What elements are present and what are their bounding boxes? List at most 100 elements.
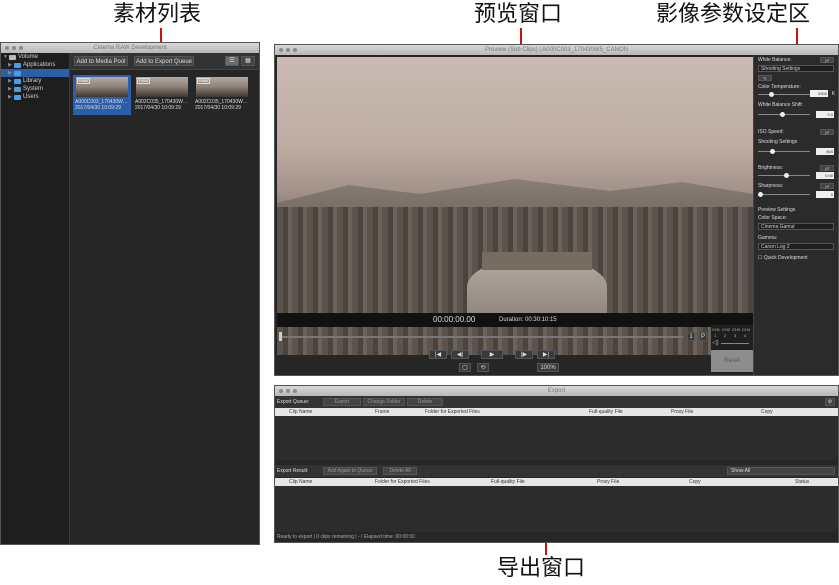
disclosure-triangle-icon[interactable]: ▼ <box>3 53 8 61</box>
export-result-list[interactable] <box>275 486 838 532</box>
clip-thumbnail[interactable]: RAW A002C035_170430W… 2017/04/30 10:09:29 <box>193 75 251 115</box>
tree-item-system[interactable]: ▶ System <box>1 85 69 93</box>
wb-shift-handle[interactable] <box>780 112 785 117</box>
folder-icon <box>14 62 21 68</box>
brightness-handle[interactable] <box>784 173 789 178</box>
clip-preview-image: RAW <box>136 77 188 97</box>
brightness-reset-icon[interactable]: |↺ <box>820 165 834 171</box>
sharpness-value[interactable]: 0 <box>816 191 834 198</box>
white-balance-select[interactable]: Shooting Settings <box>758 65 834 72</box>
tree-item-users[interactable]: ▶ Users <box>1 93 69 101</box>
volume-slider[interactable] <box>721 343 749 344</box>
clip-thumbnail[interactable]: RAW A002C035_170430W… 2017/04/30 10:09:29 <box>133 75 191 115</box>
col-status[interactable]: Status <box>795 478 809 486</box>
tree-item-volume[interactable]: ▼ Volume <box>1 53 69 61</box>
color-space-label: Color Space: <box>758 215 787 221</box>
browser-title: Cinema RAW Development <box>93 45 167 51</box>
brightness-value[interactable]: 0.00 <box>816 172 834 179</box>
eyedropper-icon[interactable]: ✎ <box>758 75 772 81</box>
col-clip-name[interactable]: Clip Name <box>289 408 312 416</box>
preview-settings-heading: Preview Settings <box>758 207 796 213</box>
iso-handle[interactable] <box>770 149 775 154</box>
speaker-icon[interactable]: ◁) <box>712 339 719 346</box>
white-balance-reset-icon[interactable]: |↺ <box>820 57 834 63</box>
tree-item-selected[interactable]: ▶ <box>1 69 69 77</box>
col-proxy[interactable]: Proxy File <box>671 408 693 416</box>
audio-channel-num[interactable]: 4 <box>744 333 746 338</box>
frame-guide-icon[interactable]: ▢ <box>459 363 471 372</box>
loop-a-button[interactable]: 1 <box>687 332 695 341</box>
col-clip-name[interactable]: Clip Name <box>289 478 312 486</box>
window-controls[interactable] <box>279 389 297 393</box>
col-full-quality[interactable]: Full-quality File <box>589 408 623 416</box>
sharpness-handle[interactable] <box>758 192 763 197</box>
disclosure-triangle-icon[interactable]: ▶ <box>8 77 12 85</box>
iso-reset-icon[interactable]: |↺ <box>820 129 834 135</box>
sharpness-slider[interactable] <box>758 194 810 195</box>
clip-thumbnail[interactable]: RAW A000C003_170430W… 2017/04/30 10:09:29 <box>73 75 131 115</box>
seek-handle[interactable] <box>279 332 282 341</box>
delete-all-button[interactable]: Delete All <box>383 467 417 475</box>
audio-channel-num[interactable]: 1 <box>714 333 716 338</box>
window-controls[interactable] <box>279 48 297 52</box>
brightness-label: Brightness: <box>758 165 784 171</box>
col-proxy[interactable]: Proxy File <box>597 478 619 486</box>
window-controls[interactable] <box>5 46 23 50</box>
audio-channel-num[interactable]: 2 <box>724 333 726 338</box>
browser-window: Cinema RAW Development ▼ Volume ▶ Applic… <box>0 42 260 545</box>
audio-channel-num[interactable]: 3 <box>734 333 736 338</box>
color-temperature-value[interactable]: 5300 <box>810 90 828 97</box>
video-bridge <box>482 252 592 270</box>
go-to-start-button[interactable]: |◀ <box>429 350 447 359</box>
tree-item-library[interactable]: ▶ Library <box>1 77 69 85</box>
col-frame[interactable]: Frame <box>375 408 389 416</box>
col-folder[interactable]: Folder for Exported Files <box>375 478 430 486</box>
show-all-select[interactable]: Show All <box>727 467 835 475</box>
color-temperature-handle[interactable] <box>769 92 774 97</box>
timecode-display: 00:00:00.00 <box>433 315 476 324</box>
preview-titlebar: Preview (Sub Clips) | A000C003_170430W5_… <box>275 45 838 55</box>
disclosure-triangle-icon[interactable]: ▶ <box>8 69 12 77</box>
color-temperature-slider[interactable] <box>758 94 810 95</box>
iso-select[interactable]: Shooting Settings <box>758 139 797 145</box>
prev-frame-button[interactable]: ◀| <box>451 350 469 359</box>
add-to-media-pool-button[interactable]: Add to Media Pool <box>74 56 128 66</box>
iso-value[interactable]: 800 <box>816 148 834 155</box>
quick-development-checkbox[interactable]: ☐ Quick Development <box>758 255 808 261</box>
browser-toolbar: Add to Media Pool Add to Export Queue ☰ … <box>70 53 259 70</box>
play-button[interactable]: ▶ <box>481 350 503 359</box>
col-folder[interactable]: Folder for Exported Files <box>425 408 480 416</box>
change-folder-button[interactable]: Change Folder <box>363 398 405 406</box>
add-to-export-queue-button[interactable]: Add to Export Queue <box>134 56 194 66</box>
grid-view-icon[interactable]: ▦ <box>241 56 255 66</box>
audio-channel-label: CH4 <box>742 327 751 332</box>
tree-item-applications[interactable]: ▶ Applications <box>1 61 69 69</box>
video-preview[interactable] <box>277 57 753 355</box>
disclosure-triangle-icon[interactable]: ▶ <box>8 61 12 69</box>
export-queue-list[interactable] <box>275 416 838 460</box>
reset-panel[interactable]: Reset <box>711 350 753 372</box>
col-copy[interactable]: Copy <box>689 478 701 486</box>
iso-slider[interactable] <box>758 151 810 152</box>
col-full-quality[interactable]: Full-quality File <box>491 478 525 486</box>
disclosure-triangle-icon[interactable]: ▶ <box>8 85 12 93</box>
sharpness-reset-icon[interactable]: |↺ <box>820 183 834 189</box>
go-to-end-button[interactable]: ▶| <box>537 350 555 359</box>
gear-icon[interactable]: ⚙ <box>825 398 835 406</box>
color-space-select[interactable]: Cinema Gamut <box>758 223 834 230</box>
seek-bar[interactable] <box>279 336 683 338</box>
next-frame-button[interactable]: |▶ <box>515 350 533 359</box>
gamma-select[interactable]: Canon Log 2 <box>758 243 834 250</box>
col-copy[interactable]: Copy <box>761 408 773 416</box>
wb-shift-value[interactable]: 0.0 <box>816 111 834 118</box>
delete-button[interactable]: Delete <box>407 398 443 406</box>
export-button[interactable]: Export <box>323 398 361 406</box>
add-again-button[interactable]: Add Again to Queue <box>323 467 377 475</box>
folder-icon <box>14 94 21 100</box>
zoom-select[interactable]: 100% <box>537 363 559 372</box>
browser-titlebar: Cinema RAW Development <box>1 43 259 53</box>
disclosure-triangle-icon[interactable]: ▶ <box>8 93 12 101</box>
list-view-icon[interactable]: ☰ <box>225 56 239 66</box>
loop-b-button[interactable]: P <box>699 332 707 341</box>
loop-icon[interactable]: ⟲ <box>477 363 489 372</box>
